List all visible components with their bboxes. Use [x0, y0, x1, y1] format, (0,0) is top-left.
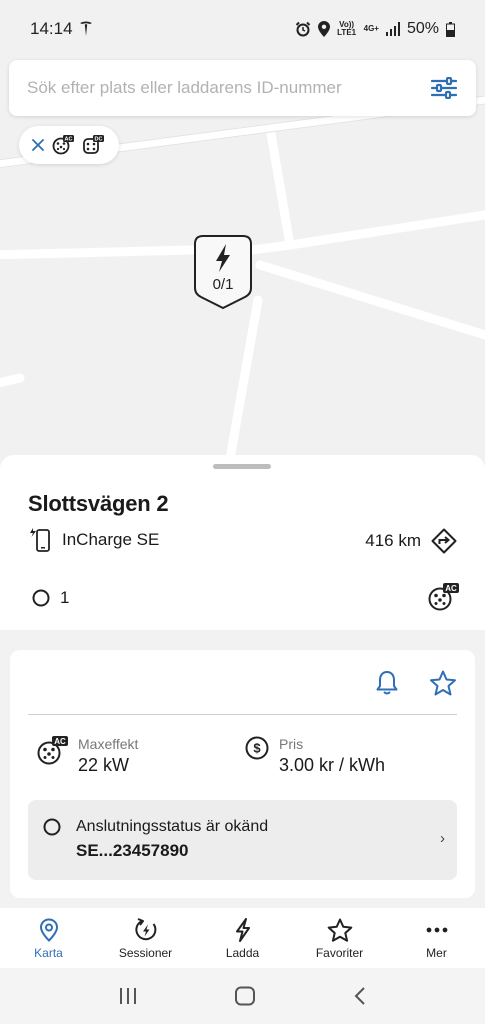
status-bar: 14:14 Vo)) LTE1 4G+ 50%: [0, 0, 485, 58]
station-detail-card: AC Maxeffekt 22 kW $ Pris 3.00 kr / kWh …: [10, 650, 475, 898]
nav-label: Mer: [426, 946, 447, 960]
bolt-icon: [235, 918, 250, 942]
chevron-right-icon: ›: [440, 830, 445, 847]
price-spec: $ Pris 3.00 kr / kWh: [245, 736, 385, 776]
svg-text:AC: AC: [54, 737, 66, 746]
ac-connector-icon: AC: [52, 135, 74, 155]
svg-text:AC: AC: [65, 137, 73, 143]
bottom-navigation: Karta Sessioner Ladda Favoriter Mer: [0, 908, 485, 968]
svg-text:AC: AC: [445, 584, 457, 593]
volte-indicator: Vo)) LTE1: [337, 20, 357, 37]
price-label: Pris: [279, 736, 304, 752]
sliders-icon: [431, 77, 457, 99]
connector-type-indicator: AC: [427, 583, 459, 616]
availability-row: 1: [32, 588, 69, 608]
alarm-icon: [295, 21, 310, 37]
ac-connector-icon: AC: [428, 583, 459, 611]
sheet-drag-handle[interactable]: [213, 464, 271, 469]
available-count: 1: [60, 588, 70, 607]
nav-karta[interactable]: Karta: [0, 908, 97, 968]
nav-favoriter[interactable]: Favoriter: [291, 908, 388, 968]
nav-sessioner[interactable]: Sessioner: [97, 908, 194, 968]
recent-apps-icon[interactable]: [118, 987, 138, 1005]
max-power-spec: AC Maxeffekt 22 kW: [36, 736, 138, 776]
map-pin-icon: [39, 918, 58, 942]
active-filter-chip[interactable]: AC DC: [19, 126, 119, 164]
sessions-icon: [134, 918, 156, 941]
card-divider: [28, 714, 457, 715]
nav-label: Karta: [34, 946, 63, 960]
station-bottom-sheet: Slottsvägen 2 InCharge SE 416 km 1 AC: [0, 455, 485, 630]
max-power-label: Maxeffekt: [78, 736, 139, 752]
filter-button[interactable]: [430, 74, 458, 102]
connector-status-row[interactable]: Anslutningsstatus är okänd SE...23457890…: [28, 800, 457, 880]
marker-availability: 0/1: [212, 276, 234, 293]
nav-label: Favoriter: [315, 946, 364, 960]
charger-map-marker[interactable]: 0/1: [193, 234, 253, 310]
distance-value: 416 km: [365, 531, 421, 550]
network-indicator: 4G+: [363, 24, 379, 33]
search-input[interactable]: [27, 78, 430, 98]
dc-connector-icon: DC: [83, 135, 104, 154]
tesla-icon: [79, 21, 92, 36]
station-name: Slottsvägen 2: [28, 491, 169, 516]
more-icon: [426, 927, 447, 933]
bell-icon[interactable]: [375, 670, 399, 696]
directions-icon[interactable]: [431, 528, 457, 554]
battery-percent: 50%: [406, 20, 439, 37]
star-icon: [327, 918, 352, 942]
close-icon[interactable]: [32, 139, 44, 151]
home-icon[interactable]: [234, 986, 256, 1006]
available-ring-icon: [32, 589, 50, 607]
svg-text:DC: DC: [95, 137, 103, 143]
distance-row[interactable]: 416 km: [365, 528, 457, 554]
operator-name: InCharge SE: [62, 530, 160, 549]
signal-icon: [385, 22, 400, 36]
marker-shield-icon: [194, 235, 252, 310]
battery-icon: [446, 21, 455, 37]
phone-charge-icon: [30, 528, 50, 552]
status-time: 14:14: [30, 19, 73, 38]
price-coin-icon: $: [245, 736, 269, 760]
operator-row: InCharge SE: [30, 528, 159, 552]
back-icon[interactable]: [353, 986, 367, 1006]
connector-id: SE...23457890: [76, 841, 189, 860]
nav-mer[interactable]: Mer: [388, 908, 485, 968]
nav-label: Sessioner: [118, 946, 173, 960]
price-value: 3.00 kr / kWh: [279, 755, 386, 775]
connector-status-text: Anslutningsstatus är okänd: [76, 818, 269, 835]
system-navigation-bar: [0, 968, 485, 1024]
svg-text:$: $: [253, 741, 261, 756]
search-bar: [9, 60, 476, 116]
max-power-value: 22 kW: [78, 755, 130, 775]
status-ring-icon: [43, 818, 61, 836]
nav-ladda[interactable]: Ladda: [194, 908, 291, 968]
ac-connector-icon: AC: [37, 736, 68, 765]
nav-label: Ladda: [225, 946, 260, 960]
location-icon: [317, 21, 330, 37]
favorite-star-icon[interactable]: [429, 670, 457, 696]
